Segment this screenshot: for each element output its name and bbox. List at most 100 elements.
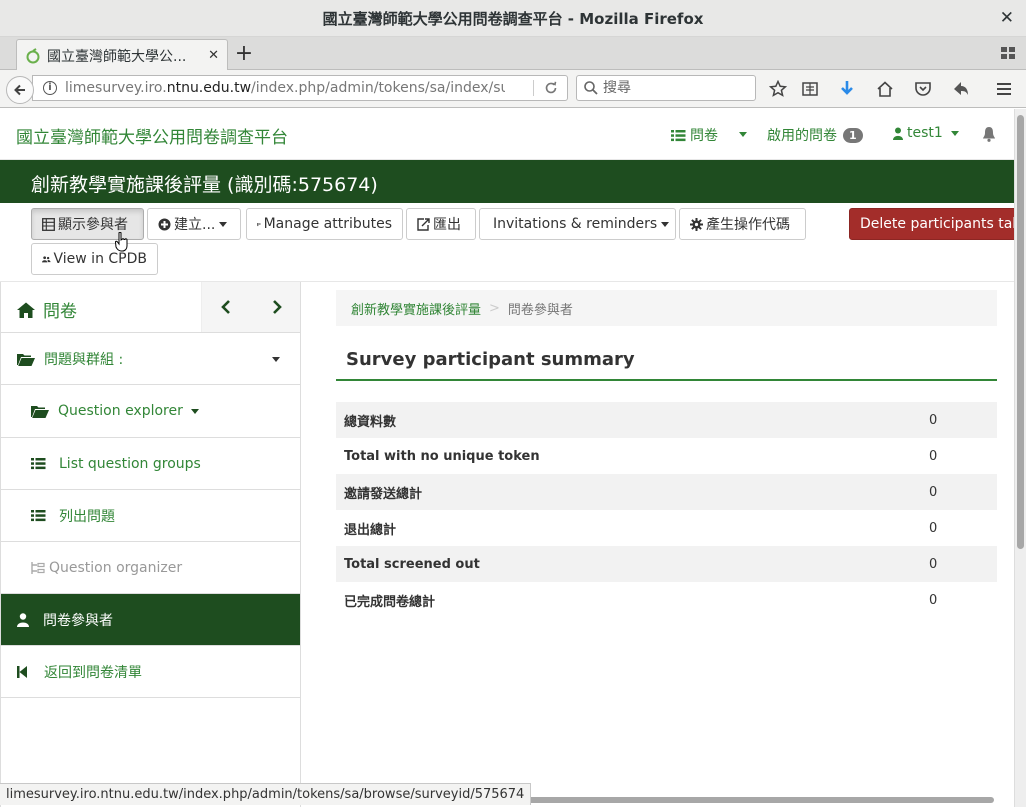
view-in-cpdb-button[interactable]: View in CPDB [31,243,158,275]
user-menu[interactable]: test1 [893,125,959,141]
breadcrumb-current: 問卷參與者 [507,302,573,318]
reload-icon[interactable] [543,80,559,96]
sidebar-item-participants[interactable]: 問卷參與者 [1,594,300,646]
chevron-right-icon[interactable] [269,299,285,315]
table-row: 退出總計 0 [336,510,997,546]
home-icon [17,302,35,318]
stat-label: 總資料數 [336,402,921,438]
delete-table-label: Delete participants table [860,216,1014,232]
chevron-left-icon[interactable] [218,299,234,315]
summary-table: 總資料數 0 Total with no unique token 0 邀請發送總計… [336,402,997,618]
list-icon [671,129,686,141]
bookmark-star-icon[interactable] [768,79,788,99]
table-row: 總資料數 0 [336,402,997,438]
home-icon[interactable] [875,79,895,99]
surveys-menu-label: 問卷 [690,128,718,144]
generate-tokens-button[interactable]: 產生操作代碼 [679,208,806,240]
invitations-label: Invitations & reminders [493,216,658,232]
back-button[interactable] [6,76,34,104]
stat-label: Total screened out [336,546,921,582]
vertical-scrollbar-thumb[interactable] [1017,115,1024,549]
stat-value: 0 [921,402,997,438]
surveys-dropdown-caret-icon[interactable] [739,132,747,137]
reading-list-icon[interactable] [800,79,820,99]
summary-heading: Survey participant summary [346,349,635,370]
sidebar-header: 問卷 [1,282,300,333]
url-text: limesurvey.iro.ntnu.edu.tw/index.php/adm… [65,80,505,96]
window-close-icon[interactable]: ✕ [1000,8,1014,28]
downloads-icon[interactable] [837,79,857,99]
tab-list-icon[interactable] [1000,45,1016,61]
stat-label: Total with no unique token [344,448,540,464]
stat-value: 0 [929,448,938,464]
export-label: 匯出 [433,217,461,233]
list-icon [31,458,46,470]
generate-tokens-label: 產生操作代碼 [706,217,790,233]
list-questions-label: 列出問題 [59,508,115,525]
back-to-list-label: 返回到問卷清單 [44,664,142,681]
question-organizer-label: Question organizer [49,559,183,576]
new-tab-icon[interactable]: + [234,41,254,66]
back-arrow-icon [14,84,25,96]
survey-sidebar: 問卷 問題與群組 : Question explorer List questi… [0,282,301,807]
share-icon[interactable] [951,79,971,99]
surveys-menu[interactable]: 問卷 [671,125,718,145]
invitations-reminders-button[interactable]: Invitations & reminders [479,208,676,240]
breadcrumb-survey-link[interactable]: 創新教學實施課後評量 [351,299,481,318]
active-surveys-link[interactable]: 啟用的問卷 1 [767,125,863,145]
participants-toolbar: 顯示參與者 建立... Manage attributes 匯出 Invitat… [0,203,1014,282]
notification-bell-icon[interactable] [982,126,996,142]
hamburger-menu-icon[interactable] [994,79,1014,99]
sidebar-item-back-to-list[interactable]: 返回到問卷清單 [1,646,300,698]
stat-label: 邀請發送總計 [336,474,921,510]
tab-close-icon[interactable]: ✕ [208,48,219,63]
site-info-icon[interactable]: i [43,81,57,95]
site-brand[interactable]: 國立臺灣師範大學公用問卷調查平台 [16,123,288,148]
sidebar-home-link[interactable]: 問卷 [17,297,77,322]
search-bar[interactable] [576,75,756,101]
browser-tab[interactable]: 國立臺灣師範大學公... ✕ [16,39,228,71]
manage-attributes-button[interactable]: Manage attributes [246,208,403,240]
question-explorer-label: Question explorer [58,403,183,419]
table-row: Total with no unique token 0 [336,438,997,474]
create-dropdown-button[interactable]: 建立... [147,208,241,240]
sidebar-item-list-questions[interactable]: 列出問題 [1,490,300,542]
user-icon [17,612,29,627]
search-input[interactable] [603,80,743,96]
list-groups-label: List question groups [59,455,201,472]
view-in-cpdb-label: View in CPDB [53,251,148,267]
sidebar-home-label: 問卷 [43,302,77,322]
table-row: Total screened out 0 [336,546,997,582]
pocket-icon[interactable] [913,79,933,99]
limesurvey-favicon-icon [26,47,40,63]
display-participants-button[interactable]: 顯示參與者 [31,208,144,240]
delete-participants-table-button[interactable]: Delete participants table [849,208,1014,240]
export-button[interactable]: 匯出 [406,208,476,240]
export-icon [417,217,430,231]
stat-value: 0 [921,546,997,582]
participants-label: 問卷參與者 [43,612,113,629]
page-viewport: 國立臺灣師範大學公用問卷調查平台 問卷 啟用的問卷 1 test1 創新教學實施… [0,109,1014,807]
browser-navbar: i limesurvey.iro.ntnu.edu.tw/index.php/a… [0,70,1026,108]
stat-value: 0 [921,474,997,510]
horizontal-scrollbar-thumb[interactable] [520,797,994,803]
survey-title: 創新教學實施課後評量 (識別碼:575674) [31,174,378,196]
url-bar[interactable]: i limesurvey.iro.ntnu.edu.tw/index.php/a… [32,75,568,101]
breadcrumb-separator: > [489,300,500,316]
attributes-icon [257,222,261,226]
survey-title-bar: 創新教學實施課後評量 (識別碼:575674) [0,160,1014,203]
sidebar-item-list-question-groups[interactable]: List question groups [1,438,300,490]
sidebar-item-question-explorer[interactable]: Question explorer [1,385,300,438]
user-icon [893,127,903,140]
sidebar-item-question-groups[interactable]: 問題與群組 : [1,333,300,385]
active-surveys-label: 啟用的問卷 [767,128,837,144]
breadcrumb: 創新教學實施課後評量 > 問卷參與者 [336,290,997,326]
create-label: 建立... [174,217,216,233]
folder-open-icon [17,353,35,366]
manage-attributes-label: Manage attributes [263,216,392,232]
vertical-scrollbar[interactable] [1014,109,1026,807]
sidebar-item-question-organizer: Question organizer [1,542,300,594]
table-row: 邀請發送總計 0 [336,474,997,510]
active-surveys-count-badge: 1 [843,127,863,143]
step-backward-icon [17,665,27,678]
